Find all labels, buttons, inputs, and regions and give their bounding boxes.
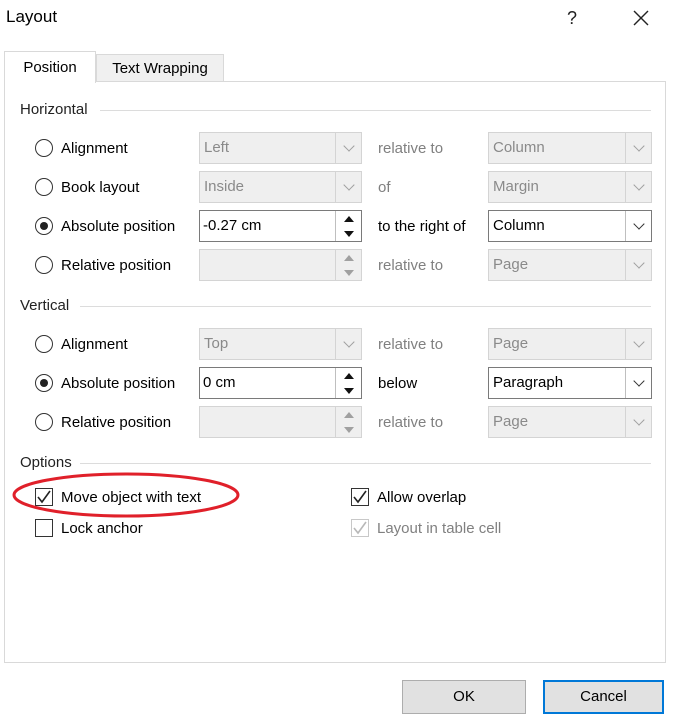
- label-h-book-layout: Book layout: [61, 179, 140, 196]
- section-vertical-title: Vertical: [20, 297, 70, 314]
- section-horizontal-title: Horizontal: [20, 101, 88, 118]
- allow-overlap-label: Allow overlap: [377, 489, 467, 506]
- checkmark-icon: [353, 521, 367, 535]
- spin-up-icon[interactable]: [336, 407, 361, 422]
- ok-button[interactable]: OK: [402, 680, 526, 714]
- chevron-down-icon: [625, 329, 651, 359]
- label-h-absolute-position: Absolute position: [61, 218, 176, 235]
- spin-down-icon[interactable]: [336, 383, 361, 398]
- radio-v-absolute-position[interactable]: [35, 374, 53, 392]
- tab-position[interactable]: Position: [4, 51, 96, 83]
- v-relative-position-relative-select[interactable]: Page: [488, 406, 652, 438]
- v-alignment-select[interactable]: Top: [199, 328, 362, 360]
- h-alignment-relative-select[interactable]: Column: [488, 132, 652, 164]
- spin-up-icon[interactable]: [336, 211, 361, 226]
- radio-v-alignment[interactable]: [35, 335, 53, 353]
- h-relative-position-relation: relative to: [378, 257, 444, 274]
- h-alignment-relation: relative to: [378, 140, 444, 157]
- h-absolute-position-relation: to the right of: [378, 218, 466, 235]
- h-book-layout-select[interactable]: Inside: [199, 171, 362, 203]
- v-absolute-position-relative-select[interactable]: Paragraph: [488, 367, 652, 399]
- close-icon: [633, 10, 649, 26]
- v-absolute-position-stepper[interactable]: [335, 368, 361, 398]
- chevron-down-icon: [335, 133, 361, 163]
- h-relative-position-stepper[interactable]: [335, 250, 361, 280]
- v-relative-position-stepper[interactable]: [335, 407, 361, 437]
- spin-down-icon[interactable]: [336, 422, 361, 437]
- tab-text-wrapping[interactable]: Text Wrapping: [96, 54, 224, 82]
- section-options-title: Options: [20, 454, 72, 471]
- chevron-down-icon: [625, 172, 651, 202]
- section-divider: [100, 110, 651, 111]
- allow-overlap-checkbox[interactable]: [351, 488, 369, 506]
- v-alignment-relation: relative to: [378, 336, 444, 353]
- radio-h-alignment[interactable]: [35, 139, 53, 157]
- lock-anchor-checkbox[interactable]: [35, 519, 53, 537]
- cancel-button[interactable]: Cancel: [543, 680, 664, 714]
- chevron-down-icon: [625, 250, 651, 280]
- h-alignment-select[interactable]: Left: [199, 132, 362, 164]
- h-absolute-position-stepper[interactable]: [335, 211, 361, 241]
- h-book-layout-relative-select[interactable]: Margin: [488, 171, 652, 203]
- h-absolute-position-relative-select[interactable]: Column: [488, 210, 652, 242]
- section-divider: [80, 463, 651, 464]
- spin-down-icon[interactable]: [336, 226, 361, 241]
- annotation-ellipse: [12, 472, 240, 518]
- chevron-down-icon: [625, 368, 651, 398]
- radio-h-relative-position[interactable]: [35, 256, 53, 274]
- label-h-alignment: Alignment: [61, 140, 128, 157]
- chevron-down-icon: [335, 172, 361, 202]
- v-relative-position-relation: relative to: [378, 414, 444, 431]
- radio-h-book-layout[interactable]: [35, 178, 53, 196]
- chevron-down-icon: [625, 133, 651, 163]
- spin-up-icon[interactable]: [336, 368, 361, 383]
- layout-in-table-cell-label: Layout in table cell: [377, 520, 502, 537]
- label-h-relative-position: Relative position: [61, 257, 172, 274]
- v-relative-position-input[interactable]: [199, 406, 362, 438]
- h-book-layout-relation: of: [378, 179, 391, 196]
- checkmark-icon: [353, 490, 367, 504]
- spin-up-icon[interactable]: [336, 250, 361, 265]
- section-divider: [80, 306, 651, 307]
- spin-down-icon[interactable]: [336, 265, 361, 280]
- v-absolute-position-relation: below: [378, 375, 418, 392]
- chevron-down-icon: [625, 407, 651, 437]
- radio-v-relative-position[interactable]: [35, 413, 53, 431]
- help-button[interactable]: ?: [558, 4, 586, 32]
- v-absolute-position-input[interactable]: 0 cm: [199, 367, 362, 399]
- layout-in-table-cell-checkbox[interactable]: [351, 519, 369, 537]
- v-alignment-relative-select[interactable]: Page: [488, 328, 652, 360]
- h-absolute-position-input[interactable]: -0.27 cm: [199, 210, 362, 242]
- chevron-down-icon: [335, 329, 361, 359]
- radio-h-absolute-position[interactable]: [35, 217, 53, 235]
- label-v-alignment: Alignment: [61, 336, 128, 353]
- h-relative-position-input[interactable]: [199, 249, 362, 281]
- h-relative-position-relative-select[interactable]: Page: [488, 249, 652, 281]
- chevron-down-icon: [625, 211, 651, 241]
- dialog-title: Layout: [6, 7, 58, 26]
- label-v-relative-position: Relative position: [61, 414, 172, 431]
- label-v-absolute-position: Absolute position: [61, 375, 176, 392]
- lock-anchor-label: Lock anchor: [61, 520, 143, 537]
- close-button[interactable]: [627, 4, 655, 32]
